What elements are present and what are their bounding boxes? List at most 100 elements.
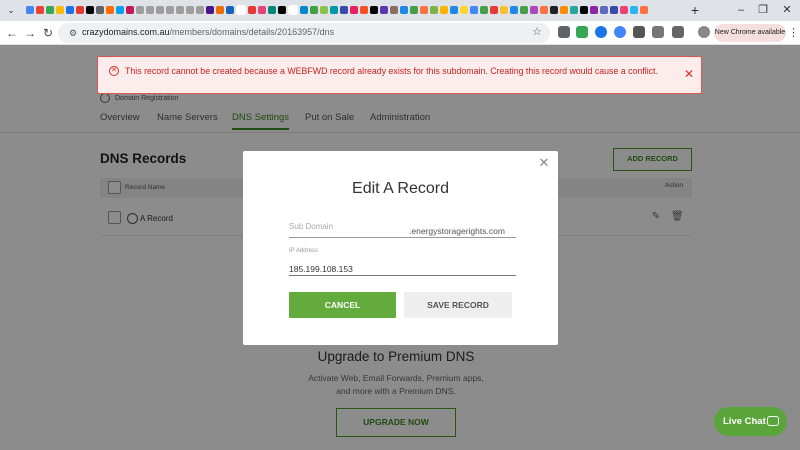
drive-extension-icon[interactable] xyxy=(576,26,588,38)
site-info-icon[interactable]: ⚙ xyxy=(66,26,80,40)
tab-favicon-icon[interactable] xyxy=(56,6,64,14)
ip-address-underline xyxy=(289,275,516,276)
tab-favicon-icon[interactable] xyxy=(156,6,164,14)
tab-favicon-icon[interactable] xyxy=(620,6,628,14)
tab-favicon-icon[interactable] xyxy=(268,6,276,14)
tab-favicon-icon[interactable] xyxy=(540,6,548,14)
tab-favicon-icon[interactable] xyxy=(320,6,328,14)
tab-favicon-icon[interactable] xyxy=(410,6,418,14)
tab-favicon-icon[interactable] xyxy=(510,6,518,14)
tab-search-icon[interactable]: ⌄ xyxy=(4,3,18,17)
tab-favicon-icon[interactable] xyxy=(226,6,234,14)
tab-favicon-icon[interactable] xyxy=(96,6,104,14)
tab-favicon-icon[interactable] xyxy=(570,6,578,14)
ip-address-input[interactable]: 185.199.108.153 xyxy=(289,264,353,274)
tab-favicon-icon[interactable] xyxy=(86,6,94,14)
profile-avatar[interactable] xyxy=(698,26,710,38)
tab-favicon-icon[interactable] xyxy=(186,6,194,14)
reload-icon[interactable]: ↻ xyxy=(40,25,56,41)
close-icon[interactable]: ✕ xyxy=(683,68,695,80)
tab-favicon-icon[interactable] xyxy=(216,6,224,14)
tab-favicon-icon[interactable] xyxy=(400,6,408,14)
tab-favicon-icon[interactable] xyxy=(278,6,286,14)
cancel-button[interactable]: CANCEL xyxy=(289,292,396,318)
tab-favicon-icon[interactable] xyxy=(530,6,538,14)
tab-favicon-icon[interactable] xyxy=(360,6,368,14)
chat-bubble-icon xyxy=(767,416,779,426)
new-chrome-available-button[interactable]: New Chrome available xyxy=(714,24,786,42)
domain-suffix: .energystoragerights.com xyxy=(409,226,505,236)
extension-icon[interactable] xyxy=(633,26,645,38)
tab-favicon-icon[interactable] xyxy=(106,6,114,14)
tab-favicon-icon[interactable] xyxy=(340,6,348,14)
tab-favicon-icon[interactable] xyxy=(236,5,246,15)
tab-favicon-icon[interactable] xyxy=(196,6,204,14)
extension-icon[interactable] xyxy=(558,26,570,38)
tab-favicon-icon[interactable] xyxy=(560,6,568,14)
browser-toolbar: ← → ↻ ⚙ crazydomains.com.au/members/doma… xyxy=(0,21,800,45)
tab-favicon-icon[interactable] xyxy=(600,6,608,14)
tab-favicon-icon[interactable] xyxy=(610,6,618,14)
tab-favicon-icon[interactable] xyxy=(380,6,388,14)
tab-favicon-icon[interactable] xyxy=(146,6,154,14)
tab-favicon-icon[interactable] xyxy=(36,6,44,14)
sub-domain-input[interactable]: Sub Domain xyxy=(289,222,333,231)
tab-favicon-icon[interactable] xyxy=(288,5,298,15)
error-message: This record cannot be created because a … xyxy=(125,66,658,76)
tab-favicon-icon[interactable] xyxy=(26,6,34,14)
tab-favicon-icon[interactable] xyxy=(310,6,318,14)
minimize-icon[interactable]: – xyxy=(730,2,752,18)
tab-favicon-icon[interactable] xyxy=(76,6,84,14)
tab-favicon-icon[interactable] xyxy=(116,6,124,14)
tab-favicon-icon[interactable] xyxy=(450,6,458,14)
tab-favicon-icon[interactable] xyxy=(430,6,438,14)
tab-favicon-icon[interactable] xyxy=(46,6,54,14)
maximize-icon[interactable]: ❐ xyxy=(752,2,774,18)
tab-favicon-icon[interactable] xyxy=(640,6,648,14)
tab-favicon-icon[interactable] xyxy=(480,6,488,14)
bookmark-star-icon[interactable]: ☆ xyxy=(532,25,542,38)
tab-favicon-icon[interactable] xyxy=(66,6,74,14)
tab-favicons[interactable] xyxy=(26,5,682,16)
tab-favicon-icon[interactable] xyxy=(490,6,498,14)
tab-favicon-icon[interactable] xyxy=(166,6,174,14)
error-circle-icon: ✕ xyxy=(109,66,119,76)
tab-favicon-icon[interactable] xyxy=(350,6,358,14)
window-close-icon[interactable]: ✕ xyxy=(776,2,798,18)
tab-favicon-icon[interactable] xyxy=(520,6,528,14)
tab-favicon-icon[interactable] xyxy=(500,6,508,14)
tab-favicon-icon[interactable] xyxy=(590,6,598,14)
tab-favicon-icon[interactable] xyxy=(470,6,478,14)
tab-favicon-icon[interactable] xyxy=(248,6,256,14)
extension-icon[interactable] xyxy=(595,26,607,38)
tab-favicon-icon[interactable] xyxy=(136,6,144,14)
tab-favicon-icon[interactable] xyxy=(370,6,378,14)
tab-favicon-icon[interactable] xyxy=(258,6,266,14)
tab-favicon-icon[interactable] xyxy=(550,6,558,14)
tab-favicon-icon[interactable] xyxy=(330,6,338,14)
back-icon[interactable]: ← xyxy=(4,25,20,41)
close-icon[interactable]: ✕ xyxy=(538,156,550,169)
tab-favicon-icon[interactable] xyxy=(630,6,638,14)
url-path: /members/domains/details/20163957/dns xyxy=(169,27,335,37)
tab-favicon-icon[interactable] xyxy=(460,6,468,14)
tab-favicon-icon[interactable] xyxy=(176,6,184,14)
tab-favicon-icon[interactable] xyxy=(580,6,588,14)
extension-icon[interactable] xyxy=(614,26,626,38)
address-bar[interactable]: ⚙ crazydomains.com.au/members/domains/de… xyxy=(58,23,550,43)
save-record-button[interactable]: SAVE RECORD xyxy=(404,292,512,318)
url-text[interactable]: crazydomains.com.au/members/domains/deta… xyxy=(82,27,334,37)
forward-icon[interactable]: → xyxy=(22,25,38,41)
new-tab-icon[interactable]: + xyxy=(688,2,702,18)
tab-favicon-icon[interactable] xyxy=(300,6,308,14)
chrome-menu-icon[interactable]: ⋮ xyxy=(788,25,799,41)
extension-icon[interactable] xyxy=(652,26,664,38)
extensions-puzzle-icon[interactable] xyxy=(672,26,684,38)
tab-favicon-icon[interactable] xyxy=(440,6,448,14)
tab-favicon-icon[interactable] xyxy=(126,6,134,14)
modal-title: Edit A Record xyxy=(352,180,449,197)
live-chat-button[interactable]: Live Chat xyxy=(714,407,787,436)
tab-favicon-icon[interactable] xyxy=(206,6,214,14)
tab-favicon-icon[interactable] xyxy=(390,6,398,14)
tab-favicon-icon[interactable] xyxy=(420,6,428,14)
